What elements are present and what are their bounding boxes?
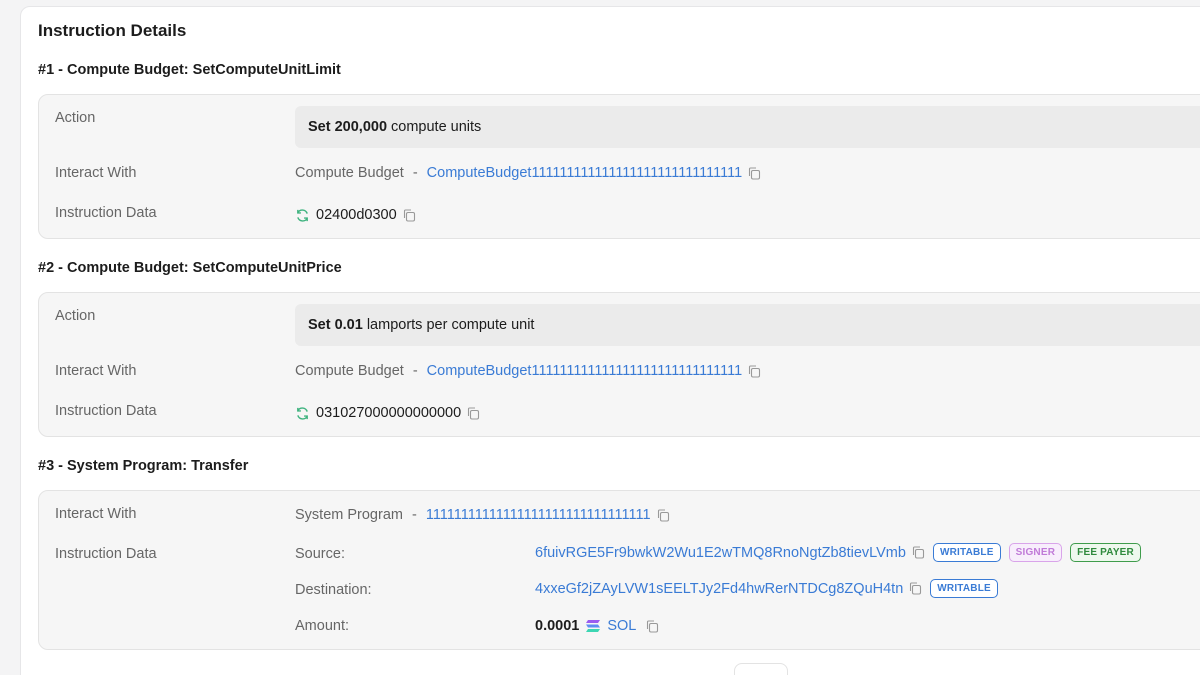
amount-label: Amount: xyxy=(295,618,349,634)
separator-dash: - xyxy=(411,507,417,523)
action-label: Action xyxy=(55,308,96,324)
copy-icon[interactable] xyxy=(657,508,670,522)
interact-with-value: System Program - 11111111111111111111111… xyxy=(295,507,670,523)
program-id-link[interactable]: 11111111111111111111111111111111 xyxy=(426,507,651,523)
solana-logo-icon xyxy=(586,620,601,632)
interact-with-label: Interact With xyxy=(55,506,137,522)
instruction-data-label: Instruction Data xyxy=(55,205,157,221)
instruction-1-card: Action Set 200,000 compute units Interac… xyxy=(38,94,1200,239)
copy-icon[interactable] xyxy=(748,364,761,378)
instruction-data-label: Instruction Data xyxy=(55,546,157,562)
instruction-1-title: #1 - Compute Budget: SetComputeUnitLimit xyxy=(38,62,341,78)
instruction-data-text: 02400d0300 xyxy=(316,207,397,223)
copy-icon[interactable] xyxy=(403,208,416,222)
instruction-data-value: 031027000000000000 xyxy=(295,405,480,421)
copy-icon[interactable] xyxy=(912,546,925,559)
signer-badge: SIGNER xyxy=(1008,543,1063,562)
sol-token-link[interactable]: SOL xyxy=(607,618,636,634)
fee-payer-badge: FEE PAYER xyxy=(1070,543,1141,562)
page-title: Instruction Details xyxy=(38,21,187,40)
interact-with-value: Compute Budget - ComputeBudget1111111111… xyxy=(295,165,761,181)
refresh-icon[interactable] xyxy=(295,208,310,223)
copy-icon[interactable] xyxy=(467,406,480,420)
separator-dash: - xyxy=(412,165,418,181)
instruction-data-label: Instruction Data xyxy=(55,403,157,419)
interact-with-label: Interact With xyxy=(55,363,137,379)
interact-with-label: Interact With xyxy=(55,165,137,181)
action-bold: Set 0.01 xyxy=(308,317,363,333)
destination-label: Destination: xyxy=(295,582,372,598)
program-name: System Program xyxy=(295,507,403,523)
instruction-2-title: #2 - Compute Budget: SetComputeUnitPrice xyxy=(38,260,342,276)
refresh-icon[interactable] xyxy=(295,406,310,421)
amount-value: 0.0001 SOL xyxy=(535,618,659,634)
action-bold: Set 200,000 xyxy=(308,119,388,135)
action-label: Action xyxy=(55,110,96,126)
instruction-3-card: Interact With System Program - 111111111… xyxy=(38,490,1200,650)
writable-badge: WRITABLE xyxy=(930,579,998,598)
source-label: Source: xyxy=(295,546,345,562)
program-name: Compute Budget xyxy=(295,363,404,379)
program-name: Compute Budget xyxy=(295,165,404,181)
instruction-2-card: Action Set 0.01 lamports per compute uni… xyxy=(38,292,1200,437)
action-box: Set 0.01 lamports per compute unit xyxy=(295,304,1200,346)
writable-badge: WRITABLE xyxy=(932,543,1001,562)
source-address-link[interactable]: 6fuivRGE5Fr9bwkW2Wu1E2wTMQ8RnoNgtZb8tiev… xyxy=(535,545,906,561)
amount-number: 0.0001 xyxy=(535,618,580,634)
instruction-data-value: 02400d0300 xyxy=(295,207,416,223)
copy-icon[interactable] xyxy=(909,582,922,595)
program-id-link[interactable]: ComputeBudget111111111111111111111111111… xyxy=(427,363,743,379)
copy-icon[interactable] xyxy=(748,166,761,180)
action-box: Set 200,000 compute units xyxy=(295,106,1200,148)
copy-icon[interactable] xyxy=(646,619,659,633)
source-value: 6fuivRGE5Fr9bwkW2Wu1E2wTMQ8RnoNgtZb8tiev… xyxy=(535,543,1141,562)
pagination-tab[interactable] xyxy=(734,663,788,675)
action-text: compute units xyxy=(391,119,482,135)
action-text: lamports per compute unit xyxy=(366,317,535,333)
instruction-3-title: #3 - System Program: Transfer xyxy=(38,458,249,474)
destination-value: 4xxeGf2jZAyLVW1sEELTJy2Fd4hwRerNTDCg8ZQu… xyxy=(535,579,998,598)
destination-address-link[interactable]: 4xxeGf2jZAyLVW1sEELTJy2Fd4hwRerNTDCg8ZQu… xyxy=(535,581,903,597)
interact-with-value: Compute Budget - ComputeBudget1111111111… xyxy=(295,363,761,379)
separator-dash: - xyxy=(412,363,418,379)
instruction-data-text: 031027000000000000 xyxy=(316,405,462,421)
program-id-link[interactable]: ComputeBudget111111111111111111111111111… xyxy=(427,165,743,181)
